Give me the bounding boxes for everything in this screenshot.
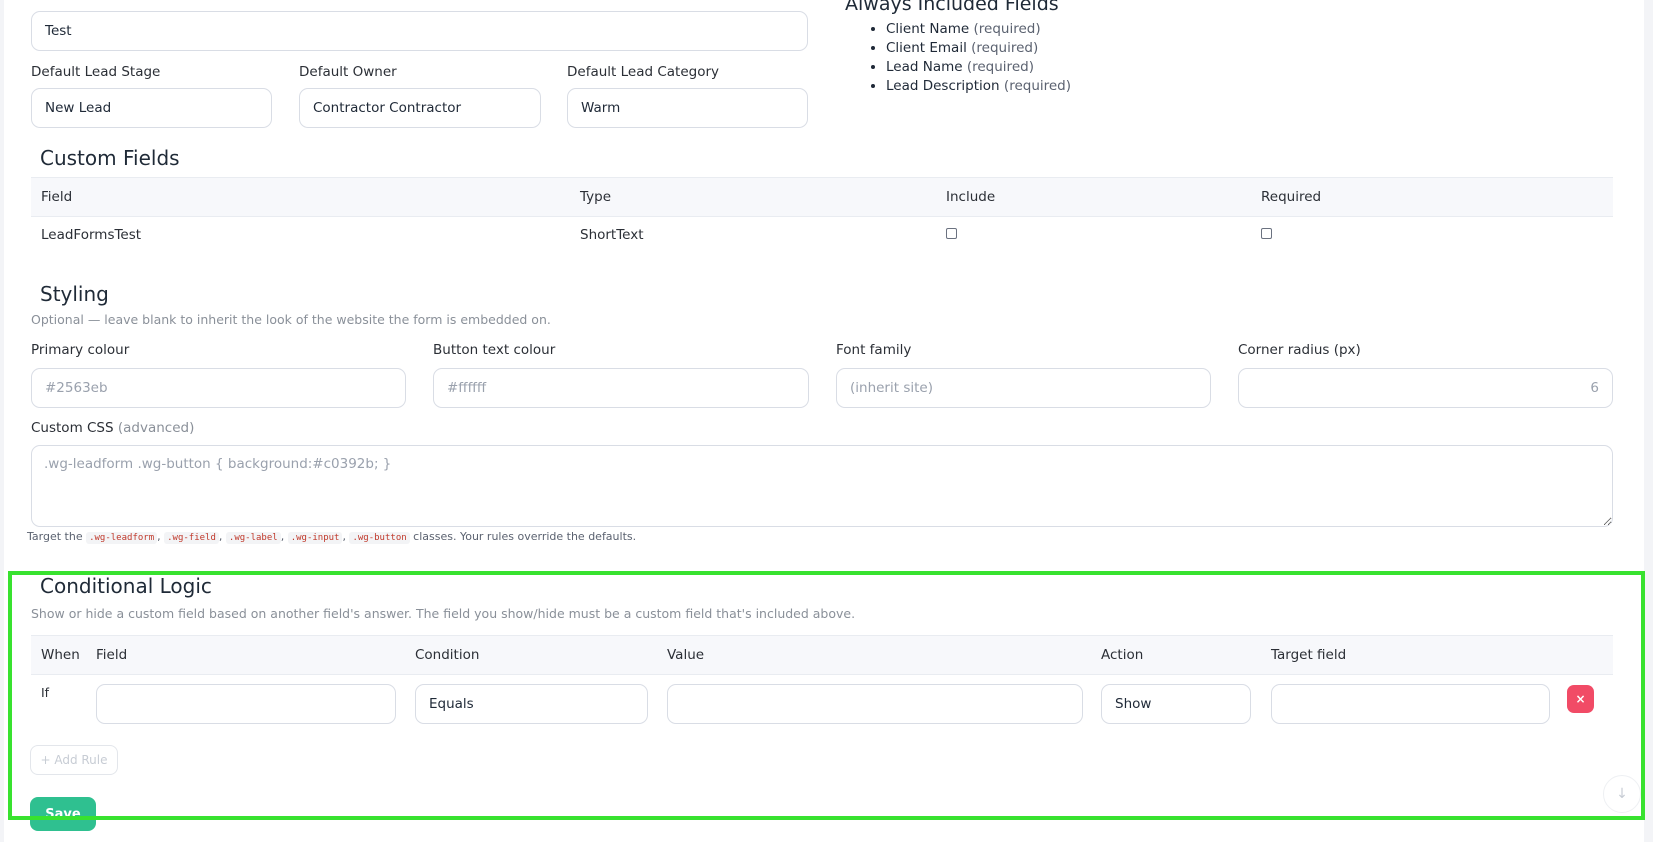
default-owner-label: Default Owner [299, 64, 397, 80]
button-text-colour-label: Button text colour [433, 342, 556, 358]
rule-value-input[interactable] [667, 684, 1083, 724]
styling-title: Styling [40, 282, 109, 306]
custom-css-helper: Target the .wg-leadform, .wg-field, .wg-… [27, 530, 637, 544]
default-lead-stage-label: Default Lead Stage [31, 64, 161, 80]
add-rule-button[interactable]: + Add Rule [30, 745, 118, 775]
custom-css-label: Custom CSS (advanced) [31, 420, 195, 436]
custom-css-hint: (advanced) [117, 420, 195, 436]
custom-css-textarea[interactable] [31, 445, 1613, 527]
class-chip: .wg-label [225, 532, 281, 544]
scroll-down-button[interactable]: ↓ [1603, 775, 1641, 813]
font-family-label: Font family [836, 342, 912, 358]
default-lead-category-select[interactable]: Warm [567, 88, 808, 128]
class-chip: .wg-leadform [86, 532, 158, 544]
primary-colour-label: Primary colour [31, 342, 130, 358]
corner-radius-input[interactable]: 6 [1238, 368, 1613, 408]
always-included-title: Always Included Fields [845, 0, 1059, 15]
column-header-value: Value [667, 647, 705, 663]
rule-when: If [41, 685, 50, 700]
list-item: Lead Description (required) [886, 77, 1071, 96]
rule-target-field-select[interactable] [1271, 684, 1550, 724]
class-chip: .wg-field [164, 532, 219, 544]
custom-fields-title: Custom Fields [40, 146, 180, 170]
close-icon: × [1575, 692, 1586, 706]
rule-field-select[interactable] [96, 684, 396, 724]
column-header-when: When [41, 647, 80, 663]
include-checkbox[interactable] [946, 228, 957, 239]
conditional-table-header: When Field Condition Value Action Target… [31, 635, 1613, 675]
column-header-include: Include [946, 189, 996, 205]
column-header-action: Action [1101, 647, 1144, 663]
primary-colour-input[interactable]: #2563eb [31, 368, 406, 408]
conditional-logic-subtitle: Show or hide a custom field based on ano… [31, 606, 856, 621]
column-header-field: Field [41, 189, 73, 205]
default-owner-select[interactable]: Contractor Contractor [299, 88, 541, 128]
always-included-list: Client Name (required) Client Email (req… [868, 20, 1071, 96]
column-header-target-field: Target field [1271, 647, 1347, 663]
list-item: Client Email (required) [886, 39, 1071, 58]
conditional-logic-title: Conditional Logic [40, 574, 212, 598]
column-header-type: Type [580, 189, 612, 205]
rule-action-select[interactable]: Show [1101, 684, 1251, 724]
default-lead-stage-select[interactable]: New Lead [31, 88, 272, 128]
save-button[interactable]: Save [30, 797, 96, 831]
class-chip: .wg-button [349, 532, 410, 544]
column-header-required: Required [1261, 189, 1322, 205]
form-name-input[interactable]: Test [31, 11, 808, 51]
default-lead-category-label: Default Lead Category [567, 64, 720, 80]
styling-subtitle: Optional — leave blank to inherit the lo… [31, 312, 551, 327]
column-header-condition: Condition [415, 647, 480, 663]
list-item: Lead Name (required) [886, 58, 1071, 77]
required-checkbox[interactable] [1261, 228, 1272, 239]
rule-condition-select[interactable]: Equals [415, 684, 648, 724]
custom-fields-table-header: Field Type Include Required [31, 177, 1613, 217]
column-header-field: Field [96, 647, 128, 663]
arrow-down-icon: ↓ [1616, 786, 1628, 802]
corner-radius-label: Corner radius (px) [1238, 342, 1361, 358]
font-family-input[interactable]: (inherit site) [836, 368, 1211, 408]
custom-field-type: ShortText [580, 227, 644, 243]
custom-field-name: LeadFormsTest [41, 227, 142, 243]
list-item: Client Name (required) [886, 20, 1071, 39]
button-text-colour-input[interactable]: #ffffff [433, 368, 809, 408]
class-chip: .wg-input [287, 532, 343, 544]
delete-rule-button[interactable]: × [1567, 685, 1594, 713]
